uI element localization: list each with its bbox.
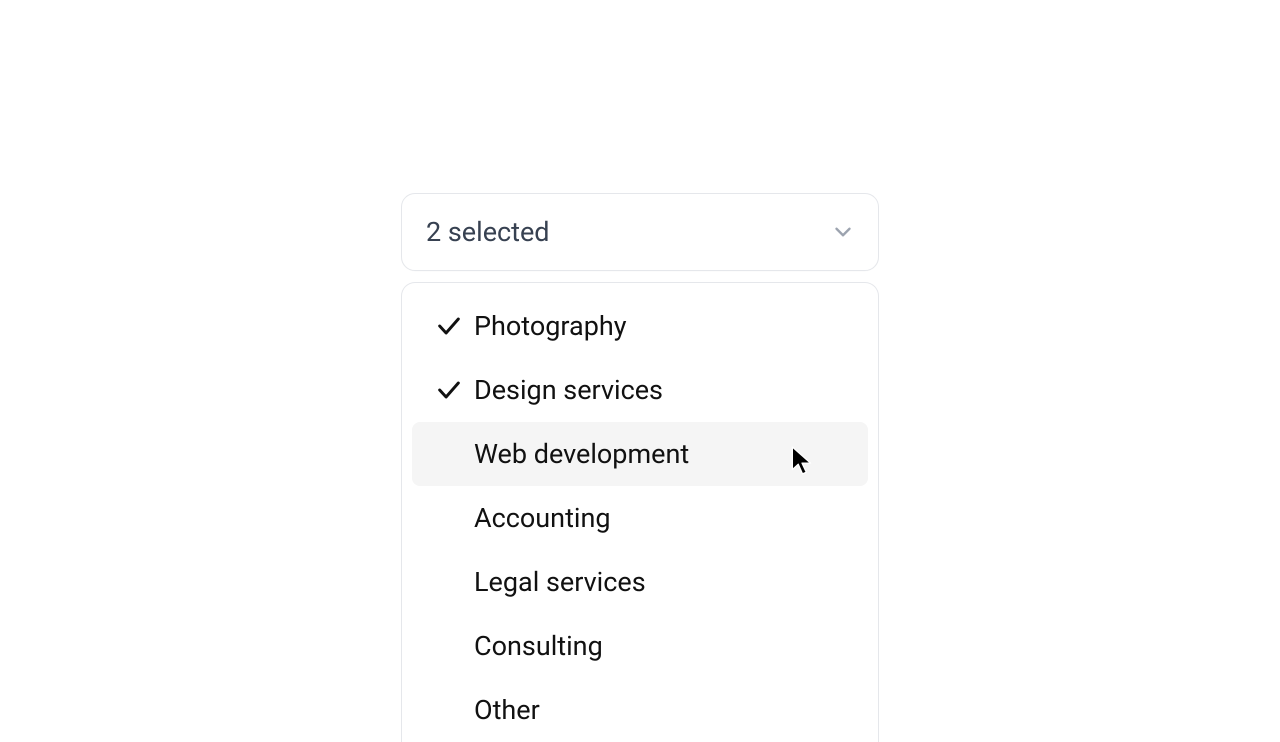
option-label: Web development [474, 438, 689, 470]
option-label: Consulting [474, 630, 603, 662]
option-accounting[interactable]: Accounting [412, 486, 868, 550]
option-consulting[interactable]: Consulting [412, 614, 868, 678]
multiselect-listbox[interactable]: Photography Design services Web developm… [401, 282, 879, 742]
chevron-down-icon [830, 219, 856, 245]
option-label: Legal services [474, 566, 646, 598]
check-icon [424, 312, 474, 340]
option-label: Accounting [474, 502, 611, 534]
option-photography[interactable]: Photography [412, 294, 868, 358]
option-design-services[interactable]: Design services [412, 358, 868, 422]
option-web-development[interactable]: Web development [412, 422, 868, 486]
option-label: Photography [474, 310, 627, 342]
option-legal-services[interactable]: Legal services [412, 550, 868, 614]
option-other[interactable]: Other [412, 678, 868, 742]
multiselect-summary: 2 selected [426, 216, 550, 248]
option-label: Other [474, 694, 540, 726]
multiselect-trigger[interactable]: 2 selected [401, 193, 879, 271]
check-icon [424, 376, 474, 404]
option-label: Design services [474, 374, 663, 406]
app-root: 2 selected Photography Design services [0, 0, 1280, 720]
